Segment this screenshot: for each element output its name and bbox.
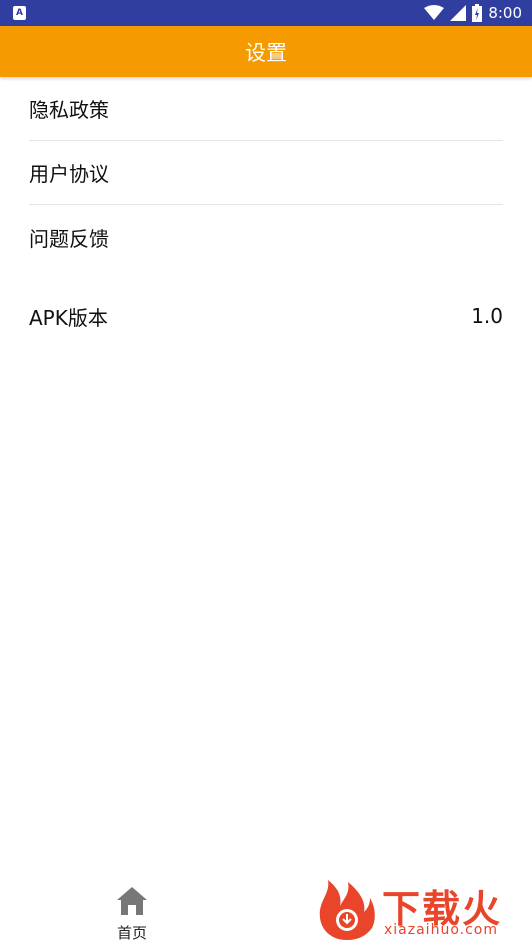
- flame-logo-icon: [316, 876, 378, 944]
- status-indicators: 8:00: [424, 3, 522, 23]
- feedback-label: 问题反馈: [29, 226, 109, 251]
- page-title: 设置: [245, 40, 287, 65]
- nav-home-tab[interactable]: 首页: [100, 886, 164, 942]
- privacy-policy-label: 隐私政策: [29, 98, 109, 122]
- status-bar: A 8:00: [0, 0, 532, 26]
- user-agreement-item[interactable]: 用户协议: [29, 141, 503, 205]
- privacy-policy-item[interactable]: 隐私政策: [29, 77, 503, 141]
- feedback-item[interactable]: 问题反馈: [29, 205, 503, 269]
- status-time: 8:00: [488, 4, 522, 22]
- user-agreement-label: 用户协议: [29, 162, 109, 186]
- signal-icon: [450, 5, 467, 21]
- apk-version-label: APK版本: [29, 305, 108, 330]
- app-notification-icon: A: [13, 6, 26, 20]
- wifi-icon: [424, 5, 445, 21]
- apk-version-item: APK版本 1.0: [29, 284, 503, 348]
- apk-version-value: 1.0: [471, 304, 503, 328]
- watermark-url: xiazaihuo.com: [384, 922, 498, 938]
- watermark: 下载火 xiazaihuo.com: [312, 872, 532, 944]
- nav-home-label: 首页: [116, 924, 147, 942]
- home-icon: [116, 886, 148, 920]
- battery-icon: [472, 4, 483, 22]
- app-bar: 设置: [0, 26, 532, 77]
